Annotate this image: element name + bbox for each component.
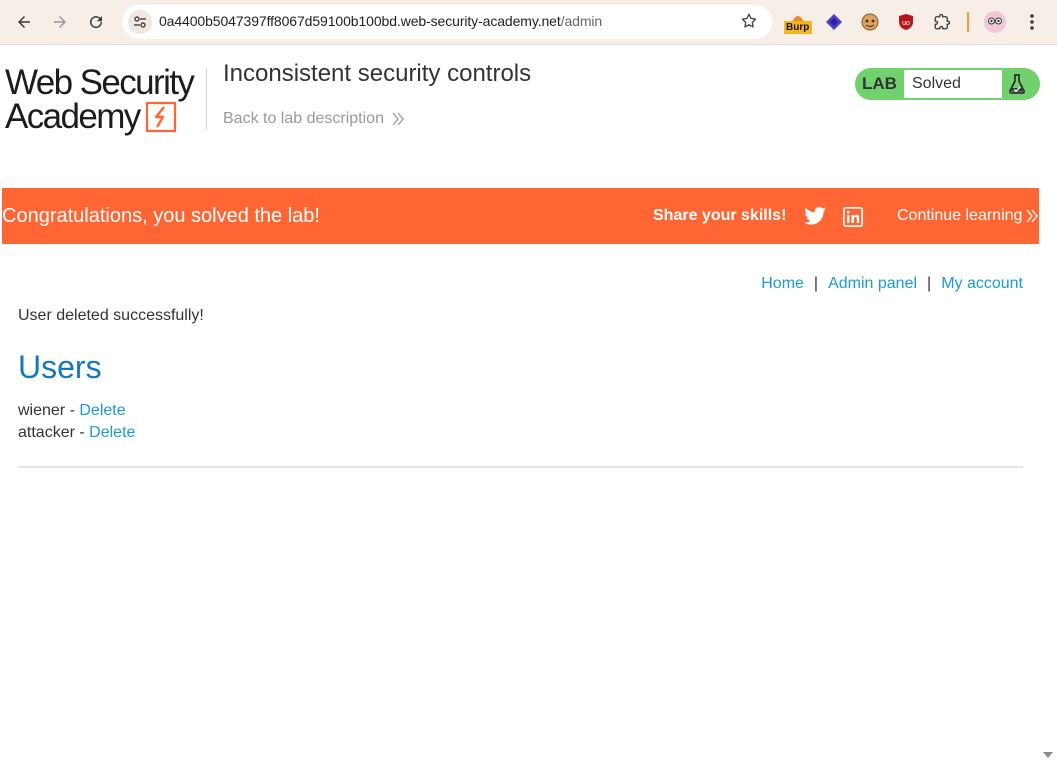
delete-user-link[interactable]: Delete: [79, 402, 125, 419]
lab-title: Inconsistent security controls: [223, 60, 532, 87]
top-navigation: Home | Admin panel | My account: [761, 275, 1023, 293]
back-link-label: Back to lab description: [223, 110, 384, 127]
user-dash: -: [69, 402, 75, 419]
browser-menu-icon[interactable]: [1020, 10, 1044, 34]
double-chevron-right-icon: [392, 112, 404, 126]
browser-toolbar: 0a4400b5047397ff8067d59100b100bd.web-sec…: [0, 0, 1057, 45]
users-heading: Users: [18, 349, 102, 385]
url-text[interactable]: 0a4400b5047397ff8067d59100b100bd.web-sec…: [159, 13, 602, 29]
url-path: /admin: [560, 13, 603, 29]
page-scrollbar[interactable]: [1040, 46, 1057, 767]
web-security-academy-logo[interactable]: Web Security Academy: [5, 63, 205, 138]
user-name: attacker: [18, 424, 75, 441]
burp-label: Burp: [784, 21, 812, 34]
status-message: User deleted successfully!: [18, 307, 204, 324]
share-skills-label: Share your skills!: [653, 207, 787, 224]
double-chevron-right-icon: [1026, 209, 1039, 223]
congratulations-message: Congratulations, you solved the lab!: [2, 205, 320, 227]
lab-tag: LAB: [862, 74, 897, 93]
nav-home-link[interactable]: Home: [761, 275, 804, 293]
address-bar[interactable]: 0a4400b5047397ff8067d59100b100bd.web-sec…: [122, 5, 772, 39]
user-row: wiener - Delete: [18, 402, 126, 420]
extension-diamond-icon[interactable]: [822, 10, 846, 34]
user-dash: -: [79, 424, 85, 441]
linkedin-icon[interactable]: [843, 207, 863, 227]
logo-line2: Academy: [5, 97, 141, 136]
reload-icon[interactable]: [84, 10, 108, 34]
solved-banner: Congratulations, you solved the lab! Sha…: [2, 188, 1039, 244]
nav-admin-panel-link[interactable]: Admin panel: [828, 275, 917, 293]
delete-user-link[interactable]: Delete: [89, 424, 135, 441]
user-row: attacker - Delete: [18, 424, 135, 442]
profile-avatar-icon[interactable]: [983, 10, 1007, 34]
extensions-puzzle-icon[interactable]: [930, 10, 954, 34]
lab-status-widget: LAB Solved: [855, 68, 1040, 100]
lab-state: Solved: [904, 70, 1002, 98]
site-settings-icon[interactable]: [128, 10, 152, 34]
flask-icon: [1009, 74, 1025, 94]
nav-separator: |: [927, 275, 932, 292]
toolbar-separator: [967, 12, 969, 32]
continue-learning-link[interactable]: Continue learning: [897, 207, 1039, 225]
ublock-shield-icon[interactable]: uo: [894, 10, 918, 34]
header-divider: [206, 68, 207, 130]
url-host: 0a4400b5047397ff8067d59100b100bd.web-sec…: [159, 13, 561, 29]
scroll-down-arrow-icon[interactable]: [1043, 752, 1053, 758]
bookmark-star-icon[interactable]: [740, 12, 758, 35]
user-name: wiener: [18, 402, 66, 419]
page-content: Web Security Academy Inconsistent securi…: [2, 46, 1040, 767]
forward-arrow-icon[interactable]: [48, 10, 72, 34]
content-divider: [18, 466, 1023, 468]
svg-text:uo: uo: [902, 20, 910, 27]
burp-extension-icon[interactable]: Burp: [784, 12, 812, 36]
logo-line2-wrap: Academy: [5, 97, 205, 136]
continue-learning-label: Continue learning: [897, 207, 1023, 224]
nav-separator: |: [813, 275, 819, 292]
back-to-lab-description-link[interactable]: Back to lab description: [223, 110, 404, 128]
logo-bolt-icon: [145, 101, 176, 133]
nav-my-account-link[interactable]: My account: [941, 275, 1023, 293]
extension-cookie-icon[interactable]: [858, 10, 882, 34]
logo-line1: Web Security: [5, 63, 195, 102]
twitter-icon[interactable]: [804, 207, 826, 225]
back-arrow-icon[interactable]: [12, 10, 36, 34]
